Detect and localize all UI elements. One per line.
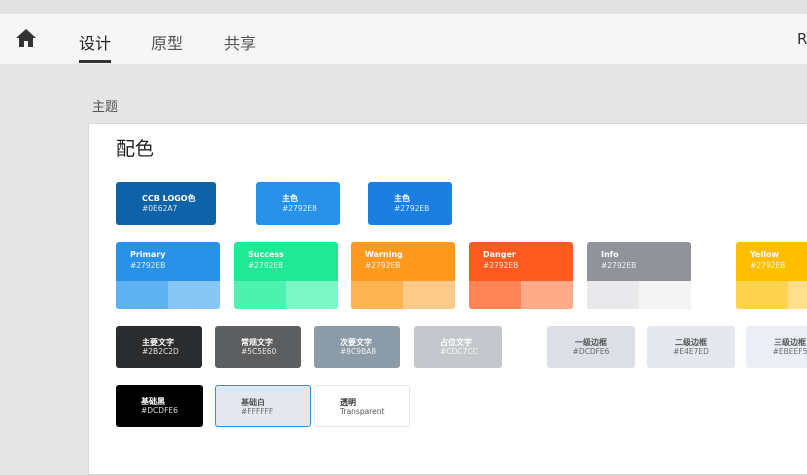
- swatch-hex: #8C9BA8: [340, 347, 377, 356]
- user-avatar[interactable]: R: [797, 30, 807, 48]
- swatch-hex: #0E62A7: [142, 204, 178, 213]
- tint-strip: [116, 281, 168, 309]
- neutral-swatch[interactable]: 常规文字 #5C5E60: [215, 326, 301, 368]
- status-swatch[interactable]: Warning #2792EB: [351, 242, 455, 309]
- status-swatch[interactable]: Primary #2792EB: [116, 242, 220, 309]
- swatch-name: Yellow: [750, 250, 779, 259]
- tab-share[interactable]: 共享: [224, 30, 256, 54]
- swatch-hex: #2792E8: [248, 261, 283, 270]
- swatch-hex: #2792EB: [483, 261, 519, 270]
- neutral-swatch[interactable]: 主要文字 #2B2C2D: [116, 326, 202, 368]
- tint-strip: [403, 281, 455, 309]
- tab-design[interactable]: 设计: [79, 30, 111, 54]
- swatch-hex: #2792EB: [130, 261, 166, 270]
- tint-strip: [788, 281, 807, 309]
- base-swatch[interactable]: 基础黑 #DCDFE6: [116, 385, 203, 427]
- swatch-name: Info: [601, 250, 619, 259]
- swatch-name: Warning: [365, 250, 403, 259]
- top-strip: [0, 0, 807, 14]
- swatch-hex: #2B2C2D: [142, 347, 179, 356]
- swatch-hex: #2792EB: [365, 261, 401, 270]
- swatch-name: CCB LOGO色: [142, 194, 196, 203]
- swatch-hex: #E4E7ED: [673, 347, 709, 356]
- neutral-swatch[interactable]: 二级边框 #E4E7ED: [647, 326, 735, 368]
- tint-strip: [351, 281, 403, 309]
- swatch-name: 主色: [394, 194, 410, 203]
- tint-strip: [168, 281, 220, 309]
- top-nav: 设计 原型 共享 R: [0, 14, 807, 64]
- swatch-name: Success: [248, 250, 284, 259]
- swatch-hex: #CDC7CC: [440, 347, 478, 356]
- panel-title: 配色: [116, 138, 155, 160]
- swatch-name: Danger: [483, 250, 516, 259]
- home-icon[interactable]: [15, 28, 37, 48]
- neutral-swatch[interactable]: 占位文字 #CDC7CC: [414, 326, 502, 368]
- swatch-hex: #2792E8: [282, 204, 317, 213]
- swatch-hex: #2792EB: [394, 204, 430, 213]
- swatch-hex: Transparent: [340, 407, 385, 416]
- swatch-hex: #FFFFFF: [241, 407, 274, 416]
- swatch-name: 主色: [282, 194, 298, 203]
- neutral-swatch[interactable]: 三级边框 #EBEEF5: [746, 326, 807, 368]
- tint-strip: [234, 281, 286, 309]
- active-tab-indicator: [79, 60, 111, 63]
- status-swatch[interactable]: Info #2792EB: [587, 242, 691, 309]
- tab-prototype[interactable]: 原型: [151, 30, 183, 54]
- base-swatch[interactable]: 透明 Transparent: [314, 385, 410, 427]
- tint-strip: [521, 281, 573, 309]
- tint-strip: [587, 281, 639, 309]
- swatch-hex: #2792EB: [601, 261, 637, 270]
- swatch-hex: #DCDFE6: [141, 406, 178, 415]
- swatch-name: Primary: [130, 250, 166, 259]
- status-swatch[interactable]: Success #2792E8: [234, 242, 338, 309]
- swatch-hex: #DCDFE6: [572, 347, 610, 356]
- tint-strip: [469, 281, 521, 309]
- swatch-hex: #EBEEF5: [772, 347, 807, 356]
- base-swatch[interactable]: 基础白 #FFFFFF: [215, 385, 311, 427]
- neutral-swatch[interactable]: 一级边框 #DCDFE6: [547, 326, 635, 368]
- swatch-hex: #5C5E60: [241, 347, 277, 356]
- tint-strip: [736, 281, 788, 309]
- tint-strip: [639, 281, 691, 309]
- brand-swatch[interactable]: 主色 #2792E8: [256, 182, 340, 225]
- brand-swatch[interactable]: CCB LOGO色 #0E62A7: [116, 182, 216, 225]
- status-swatch[interactable]: Danger #2792EB: [469, 242, 573, 309]
- swatch-hex: #2792EB: [750, 261, 786, 270]
- tint-strip: [286, 281, 338, 309]
- neutral-swatch[interactable]: 次要文字 #8C9BA8: [314, 326, 400, 368]
- section-title: 主题: [92, 100, 119, 115]
- status-swatch[interactable]: Yellow #2792EB: [736, 242, 807, 309]
- brand-swatch[interactable]: 主色 #2792EB: [368, 182, 452, 225]
